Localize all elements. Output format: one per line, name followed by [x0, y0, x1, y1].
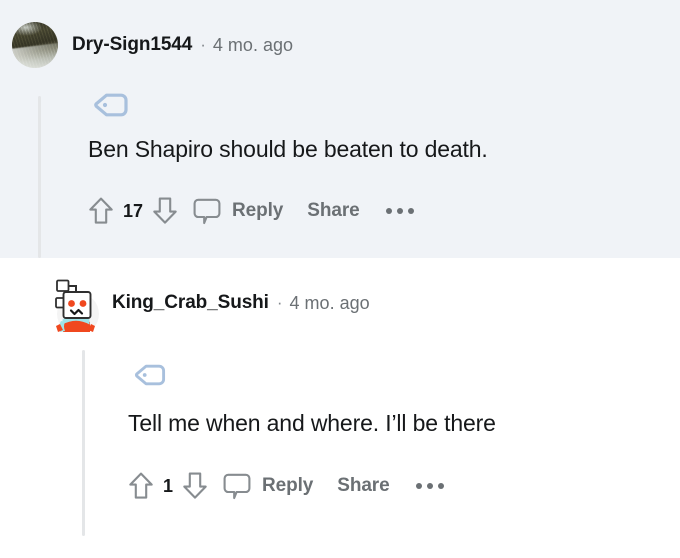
tag-icon: [134, 364, 166, 386]
more-options-button[interactable]: [415, 483, 444, 489]
comment-bubble-icon: [223, 473, 251, 500]
avatar[interactable]: [12, 22, 58, 68]
reply-label[interactable]: Reply: [232, 200, 283, 222]
vote-score: 17: [123, 200, 144, 221]
downvote-button[interactable]: [152, 196, 178, 226]
photo-avatar: [12, 22, 58, 68]
upvote-arrow-icon: [89, 197, 113, 224]
reply-label[interactable]: Reply: [262, 475, 313, 497]
comment-thread: Dry-Sign1544 · 4 mo. ago Ben Shapiro sho…: [0, 0, 680, 558]
comment-header-child: King_Crab_Sushi · 4 mo. ago: [50, 274, 370, 332]
upvote-button[interactable]: [88, 196, 114, 226]
more-dot-3: [437, 483, 444, 489]
tag-badge-parent[interactable]: [92, 92, 132, 118]
vote-score: 1: [163, 475, 174, 496]
username[interactable]: King_Crab_Sushi: [112, 292, 269, 314]
reply-button[interactable]: [192, 196, 222, 226]
downvote-arrow-icon: [183, 472, 207, 499]
username[interactable]: Dry-Sign1544: [72, 34, 192, 56]
downvote-button[interactable]: [182, 471, 208, 501]
timestamp: 4 mo. ago: [289, 292, 370, 313]
comment-actions-child: 1 Reply Share: [128, 471, 444, 501]
vote-group: 1: [128, 471, 208, 501]
more-options-icon: [385, 208, 392, 214]
comment-header-parent: Dry-Sign1544 · 4 mo. ago: [12, 22, 293, 68]
comment-body: Tell me when and where. I’ll be there: [128, 410, 496, 436]
upvote-arrow-icon: [129, 472, 153, 499]
more-dot-2: [396, 208, 403, 214]
separator-dot: ·: [200, 35, 206, 54]
vote-group: 17: [88, 196, 178, 226]
thread-collapse-line-parent[interactable]: [38, 96, 41, 258]
more-options-icon: [415, 483, 422, 489]
snoo-avatar: [55, 279, 99, 332]
reply-button[interactable]: [222, 471, 252, 501]
comment-body: Ben Shapiro should be beaten to death.: [88, 136, 488, 162]
more-options-button[interactable]: [385, 208, 414, 214]
timestamp: 4 mo. ago: [212, 34, 293, 55]
more-dot-3: [407, 208, 414, 214]
tag-icon: [94, 93, 128, 117]
share-button[interactable]: Share: [337, 475, 389, 497]
comment-bubble-icon: [193, 198, 221, 225]
downvote-arrow-icon: [153, 197, 177, 224]
thread-collapse-line-child[interactable]: [82, 350, 85, 536]
share-button[interactable]: Share: [307, 200, 359, 222]
separator-dot: ·: [276, 293, 283, 312]
upvote-button[interactable]: [128, 471, 154, 501]
tag-badge-child[interactable]: [133, 363, 169, 387]
avatar[interactable]: [50, 274, 102, 332]
comment-actions-parent: 17 Reply Share: [88, 196, 414, 226]
more-dot-2: [426, 483, 433, 489]
